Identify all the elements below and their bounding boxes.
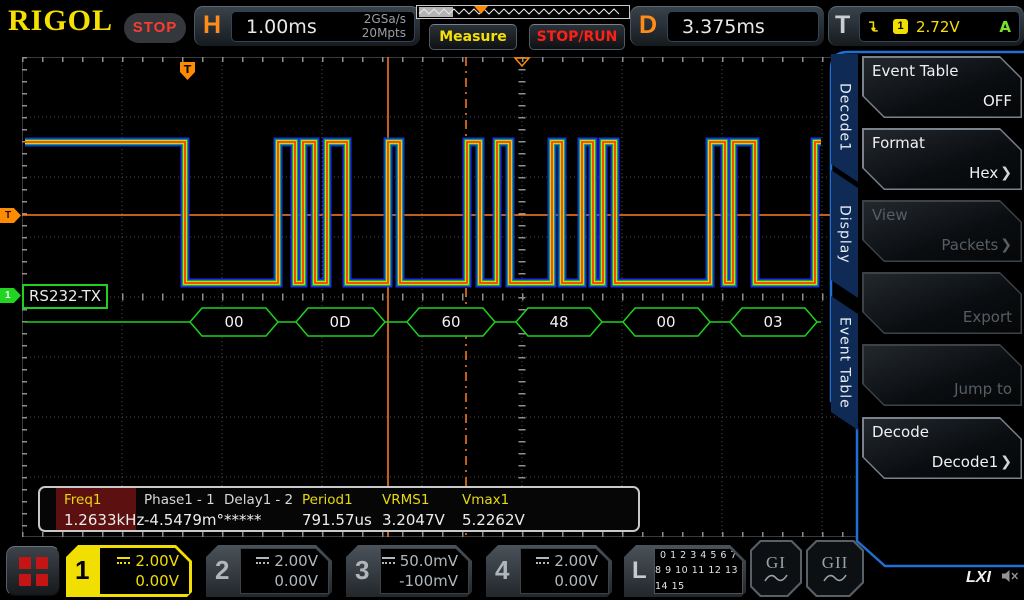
- delay-label: D: [639, 11, 657, 40]
- trigger-position-indicator-icon: [474, 6, 488, 14]
- decode-bus: 00 0D 60 48 00 03: [25, 308, 821, 336]
- generator1-button[interactable]: GI: [750, 540, 802, 597]
- sine-wave-icon: [764, 573, 788, 584]
- menu-button-export: Export: [862, 272, 1022, 334]
- measurement-vrms[interactable]: VRMS1 3.2047V: [374, 488, 454, 530]
- menu-button-decode[interactable]: Decode Decode1❯: [862, 417, 1022, 479]
- measurement-phase[interactable]: Phase1- 1 -4.5479m°: [136, 488, 216, 530]
- channel4-scale: 2.00V: [554, 551, 598, 571]
- channel3-button[interactable]: 3 50.0mV -100mV: [346, 545, 472, 597]
- logic-channels-row1: 0 1 2 3 4 5 6 7: [660, 548, 737, 563]
- decode-byte: 0D: [329, 313, 350, 331]
- measurement-delay[interactable]: Delay1- 2 *****: [216, 488, 294, 530]
- channel1-scale: 2.00V: [135, 551, 179, 571]
- dc-coupling-icon: [256, 557, 269, 564]
- chevron-right-icon: ❯: [1000, 237, 1012, 253]
- menu-button-view: View Packets❯: [862, 200, 1022, 262]
- channel2-button[interactable]: 2 2.00V 0.00V: [206, 545, 332, 597]
- channel4-button[interactable]: 4 2.00V 0.00V: [486, 545, 612, 597]
- logic-channels-row2: 8 9 10 11 12 13 14 15: [655, 563, 742, 593]
- memory-depth: 20Mpts: [362, 26, 406, 40]
- channel2-offset: 0.00V: [274, 571, 318, 591]
- measurement-period[interactable]: Period1 791.57us: [294, 488, 374, 530]
- acquisition-info: 2GSa/s 20Mpts: [362, 13, 414, 41]
- horizontal-label: H: [203, 11, 221, 40]
- menu-button-jump-to: Jump to: [862, 344, 1022, 406]
- speaker-muted-icon: [1000, 568, 1020, 584]
- run-state-badge: STOP: [124, 13, 186, 43]
- sine-wave-icon: [823, 573, 847, 584]
- menu-button-event-table[interactable]: Event Table OFF: [862, 56, 1022, 118]
- trigger-sweep-mode: A: [999, 18, 1011, 36]
- decode-byte: 03: [763, 313, 782, 331]
- tab-display[interactable]: Display: [831, 170, 858, 298]
- tab-decode1[interactable]: Decode1: [831, 54, 858, 182]
- horizontal-panel[interactable]: H 1.00ms 2GSa/s 20Mpts: [194, 6, 420, 46]
- tab-event-table[interactable]: Event Table: [831, 296, 858, 430]
- trigger-level-marker[interactable]: T: [0, 208, 21, 223]
- decode-position-marker[interactable]: 1: [0, 288, 21, 303]
- measurement-panel: Freq1 1.2633kHz Phase1- 1 -4.5479m° Dela…: [38, 486, 640, 532]
- decode-protocol-label: RS232-TX: [22, 284, 108, 309]
- measurement-freq[interactable]: Freq1 1.2633kHz: [56, 488, 136, 530]
- rigol-logo: RIGOL: [8, 4, 113, 38]
- dc-coupling-icon: [382, 557, 395, 564]
- memory-waveform-icon: [417, 6, 629, 18]
- trigger-position-flag-icon[interactable]: T: [180, 62, 195, 80]
- chevron-right-icon: ❯: [1000, 454, 1012, 470]
- trigger-label: T: [835, 11, 850, 40]
- chevron-right-icon: ❯: [1000, 165, 1012, 181]
- decode-byte: 48: [549, 313, 568, 331]
- falling-edge-icon: [868, 20, 881, 33]
- stop-run-button[interactable]: STOP/RUN: [529, 24, 625, 50]
- dc-coupling-icon: [117, 557, 130, 564]
- oscilloscope-screen: T 00 0D 60 48 00: [0, 0, 1024, 600]
- sample-rate: 2GSa/s: [364, 12, 406, 26]
- channel1-offset: 0.00V: [135, 571, 179, 591]
- menu-grid-icon: [19, 557, 48, 586]
- channel3-offset: -100mV: [399, 571, 458, 591]
- timebase-value: 1.00ms: [232, 16, 317, 38]
- menu-button-format[interactable]: Format Hex❯: [862, 128, 1022, 190]
- decode-byte: 00: [656, 313, 675, 331]
- svg-text:T: T: [184, 63, 192, 76]
- memory-position-bar[interactable]: [416, 5, 630, 19]
- trigger-level-value: 2.72V: [916, 18, 960, 36]
- channel3-scale: 50.0mV: [400, 551, 458, 571]
- decode-byte: 60: [441, 313, 460, 331]
- main-menu-button[interactable]: [6, 546, 60, 596]
- trigger-source-badge: 1: [893, 19, 908, 34]
- delay-panel[interactable]: D 3.375ms: [630, 6, 824, 46]
- dc-coupling-icon: [536, 557, 549, 564]
- delay-value: 3.375ms: [668, 16, 765, 38]
- channel1-button[interactable]: 1 2.00V 0.00V: [66, 545, 192, 597]
- channel4-offset: 0.00V: [554, 571, 598, 591]
- generator2-button[interactable]: GII: [806, 540, 864, 597]
- channel2-scale: 2.00V: [274, 551, 318, 571]
- trigger-panel[interactable]: T 1 2.72V A: [828, 6, 1024, 46]
- decode-byte: 00: [224, 313, 243, 331]
- measure-button[interactable]: Measure: [429, 24, 517, 50]
- lxi-logo: LXI: [966, 569, 991, 587]
- measurement-vmax[interactable]: Vmax1 5.2262V: [454, 488, 574, 530]
- channel1-waveform: [25, 142, 821, 283]
- logic-channels-button[interactable]: L 0 1 2 3 4 5 6 7 8 9 10 11 12 13 14 15: [624, 545, 746, 597]
